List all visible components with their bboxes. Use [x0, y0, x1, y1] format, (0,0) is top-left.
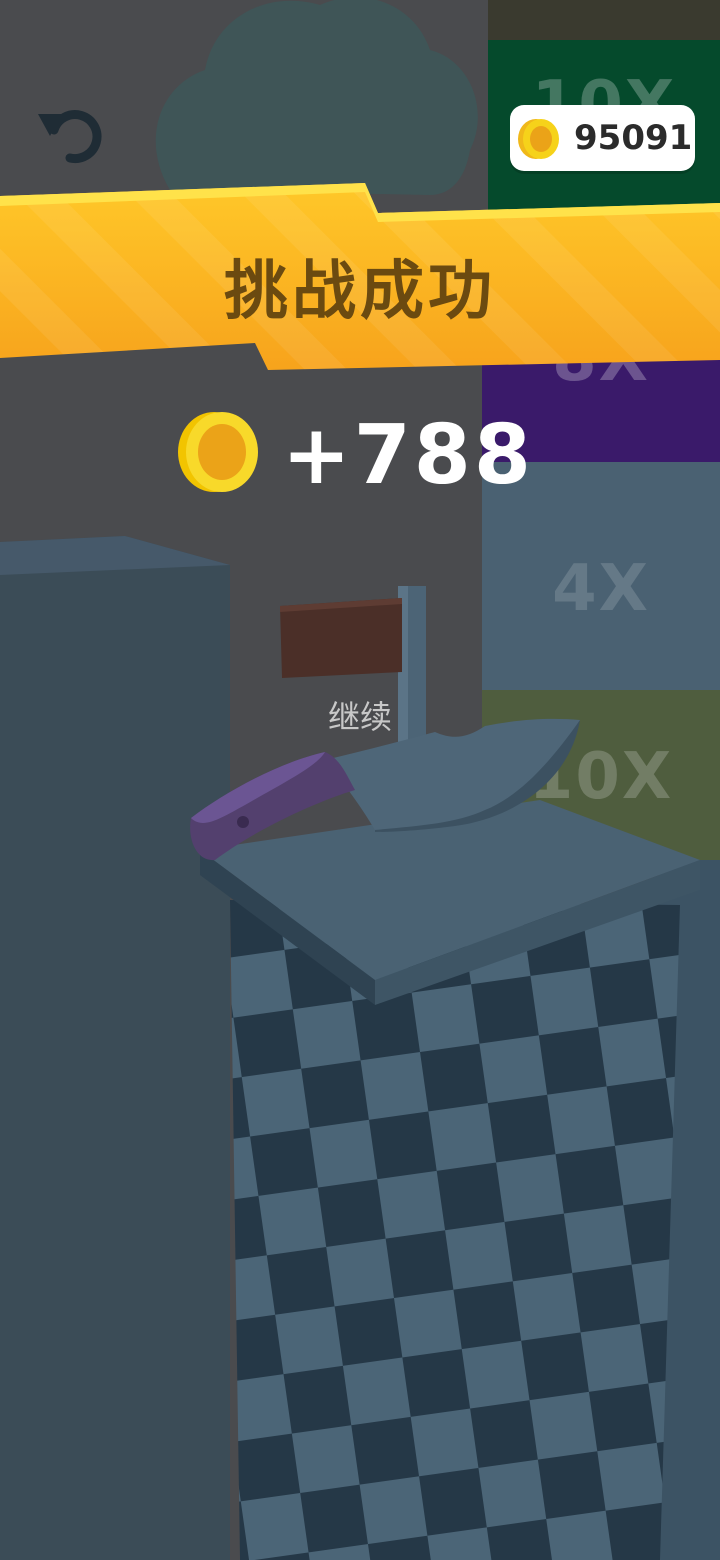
coin-total: 95091 — [574, 118, 693, 158]
cloud-shape — [155, 0, 478, 195]
multiplier-block-top — [488, 0, 720, 45]
coin-icon — [518, 119, 559, 159]
checkered-pedestal — [200, 800, 700, 1560]
result-title: 挑战成功 — [224, 255, 496, 329]
restart-button[interactable] — [34, 100, 106, 164]
continue-button[interactable]: 继续 — [300, 692, 420, 738]
reward-amount: +788 — [282, 408, 534, 503]
coin-counter: 95091 — [510, 105, 695, 171]
multiplier-label: 4X — [552, 552, 650, 626]
game-scene[interactable]: 10X 8X 4X 10X — [0, 0, 720, 1560]
restart-icon — [38, 110, 102, 164]
reward-coin-icon — [178, 412, 258, 492]
